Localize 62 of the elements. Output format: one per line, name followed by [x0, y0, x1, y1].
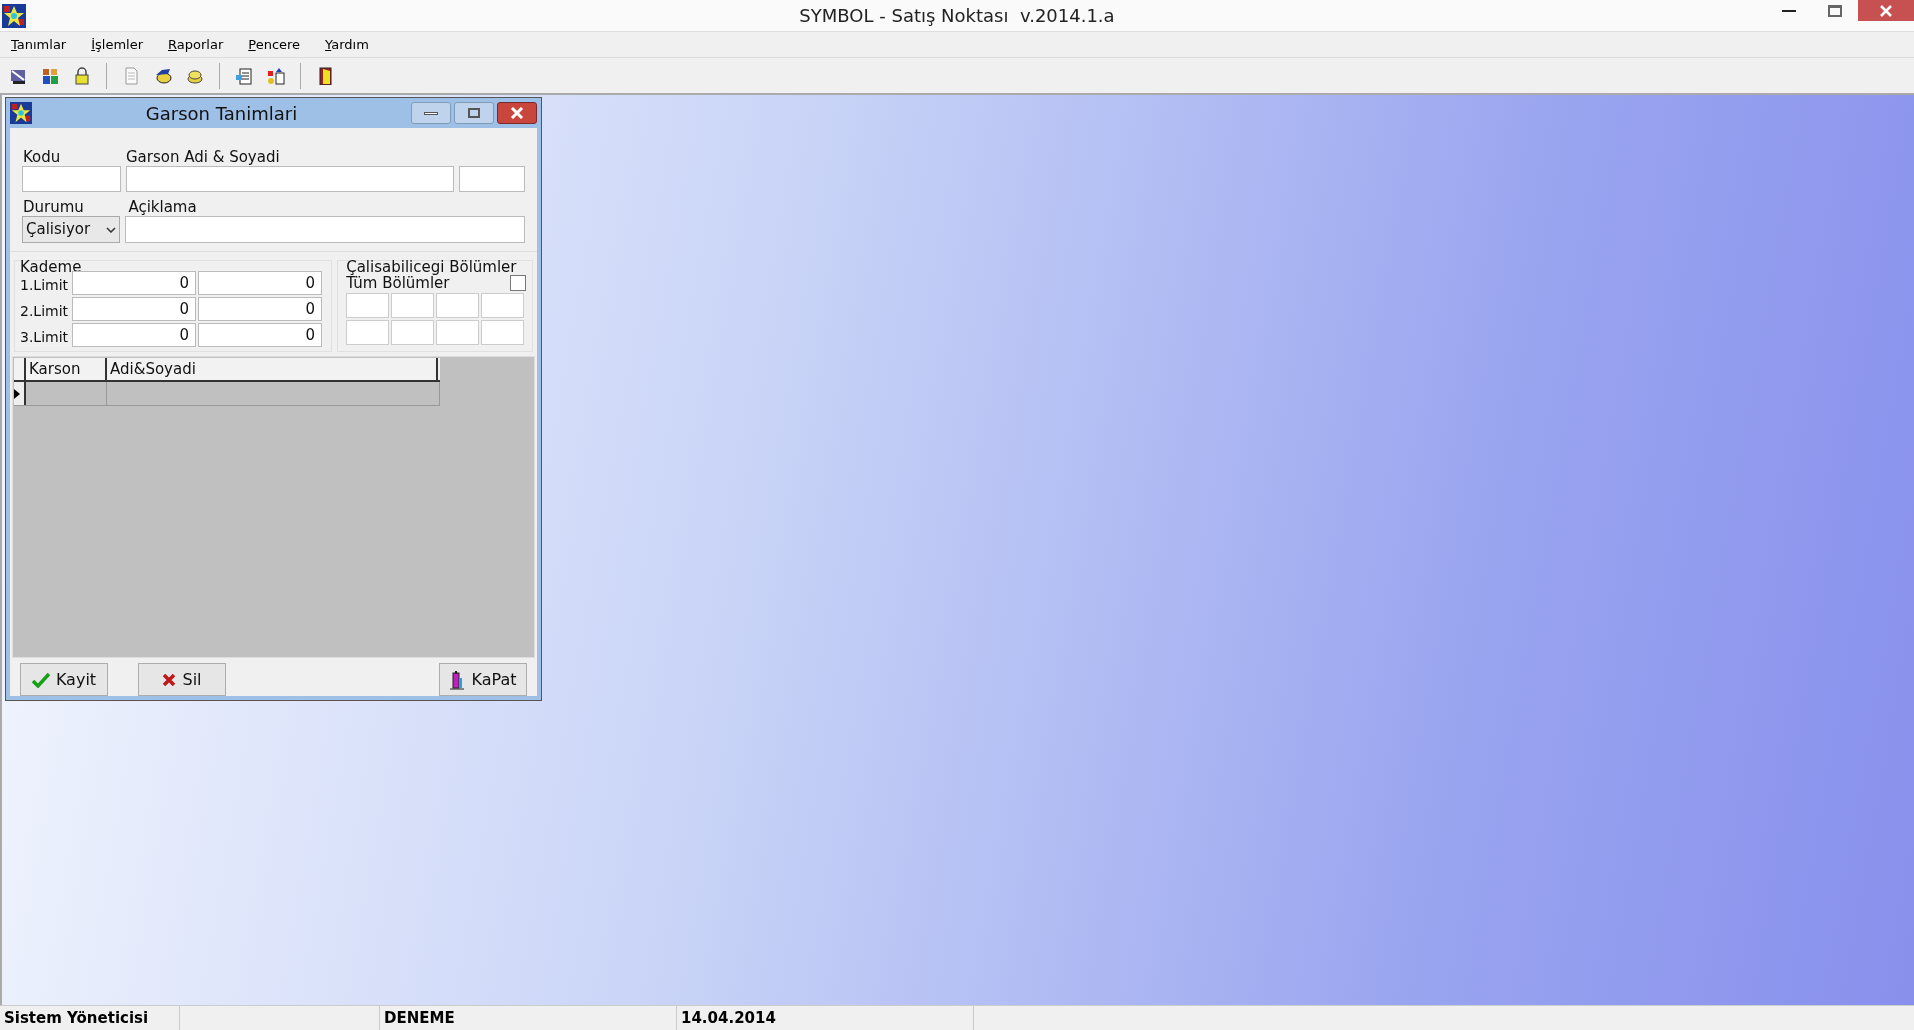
- group-title: Çalisabilicegi Bölümler: [346, 259, 518, 275]
- limit-field[interactable]: 0: [72, 271, 196, 295]
- status-text: DENEME: [380, 1006, 677, 1030]
- save-button[interactable]: Kayit: [20, 663, 108, 696]
- section-cell[interactable]: [436, 320, 480, 345]
- document-icon: [122, 66, 140, 85]
- delete-button[interactable]: Sil: [138, 663, 226, 696]
- close-icon: [1880, 4, 1892, 17]
- field-label: Açiklama: [127, 198, 198, 216]
- limit-label: 2.Limit: [20, 302, 70, 321]
- app-logo-icon: [2, 3, 26, 28]
- x-icon: [162, 672, 177, 687]
- section-cell[interactable]: [391, 320, 435, 345]
- checkbox-label: Tüm Bölümler: [346, 275, 450, 291]
- limit-label: 1.Limit: [20, 276, 70, 295]
- limit-field[interactable]: 0: [198, 271, 322, 295]
- description-field[interactable]: [125, 216, 525, 243]
- section-cell[interactable]: [436, 293, 480, 318]
- close-button[interactable]: [1858, 0, 1914, 21]
- status-dropdown[interactable]: Çalisiyor: [22, 216, 121, 243]
- limit-field[interactable]: 0: [72, 297, 196, 321]
- field-label: Durumu: [22, 198, 85, 216]
- window-title: SYMBOL - Satış Noktası v.2014.1.a: [799, 4, 1115, 28]
- section-cell[interactable]: [481, 293, 524, 318]
- name-field[interactable]: [126, 166, 454, 192]
- status-text: Sistem Yöneticisi: [0, 1006, 180, 1030]
- maximize-button[interactable]: [454, 102, 494, 124]
- menu-item[interactable]: Raporlar: [160, 34, 232, 55]
- menu-item[interactable]: Yardım: [317, 34, 377, 55]
- section-cell[interactable]: [346, 293, 390, 318]
- report-icon: [235, 66, 253, 85]
- close-button[interactable]: [497, 102, 537, 124]
- limit-field[interactable]: 0: [198, 297, 322, 321]
- section-cell[interactable]: [346, 320, 390, 345]
- checkmark-icon: [31, 671, 50, 688]
- input-field[interactable]: [459, 166, 525, 192]
- menu-item[interactable]: Pencere: [240, 34, 309, 55]
- menu-item[interactable]: Tanımlar: [3, 34, 75, 55]
- shapes-document-icon: [267, 66, 285, 85]
- chevron-down-icon: [106, 226, 117, 233]
- limit-field[interactable]: 0: [198, 323, 322, 347]
- dialog-title: Garson Tanimlari: [144, 101, 299, 126]
- column-header[interactable]: Adi&Soyadi: [107, 358, 438, 380]
- app-logo-icon: [10, 102, 32, 124]
- door-icon: [316, 66, 334, 85]
- lock-icon: [73, 66, 91, 85]
- menu-item[interactable]: İşlemler: [83, 34, 152, 55]
- limit-field[interactable]: 0: [72, 323, 196, 347]
- section-cell[interactable]: [391, 293, 435, 318]
- all-sections-checkbox[interactable]: [510, 275, 526, 291]
- people-icon: [41, 66, 59, 85]
- column-header[interactable]: Karson: [26, 358, 107, 380]
- close-button[interactable]: KaPat: [439, 663, 527, 696]
- code-field[interactable]: [22, 166, 121, 192]
- field-label: Garson Adi & Soyadi: [126, 148, 281, 166]
- status-text: 14.04.2014: [677, 1006, 974, 1030]
- close-icon: [510, 107, 524, 119]
- row-pointer-icon: [14, 388, 20, 399]
- field-label: Kodu: [22, 148, 62, 166]
- limit-label: 3.Limit: [20, 328, 70, 347]
- section-cell[interactable]: [481, 320, 524, 345]
- door-exit-icon: [449, 669, 466, 690]
